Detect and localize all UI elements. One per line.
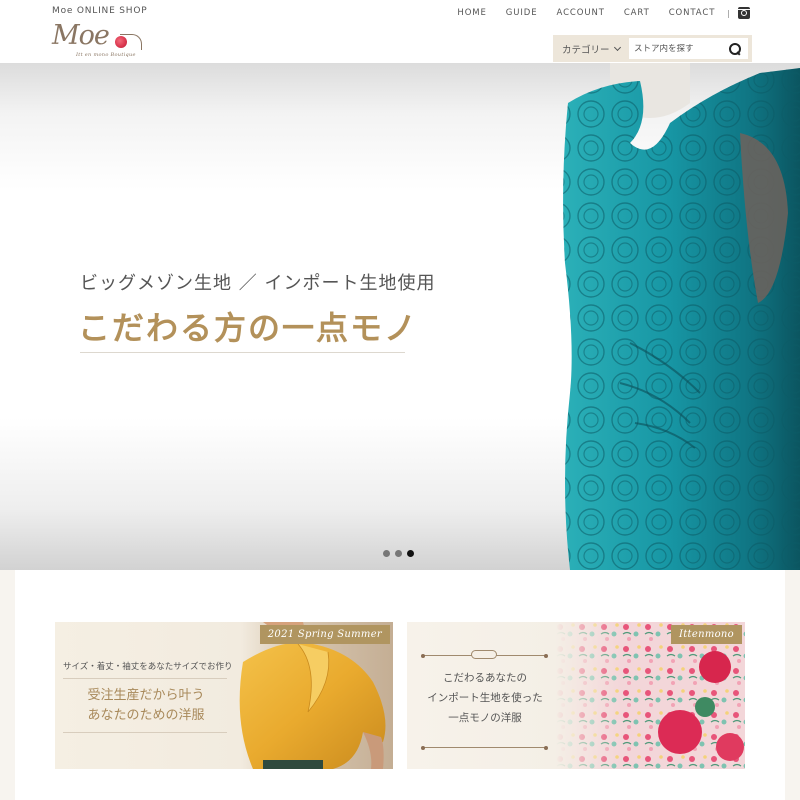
nav-separator: |: [727, 8, 730, 18]
banner-lead-text: サイズ・着丈・袖丈をあなたサイズでお作り: [63, 662, 233, 672]
hero-subtitle: ビッグメゾン生地 ／ インポート生地使用: [80, 273, 436, 294]
top-nav: HOME GUIDE ACCOUNT CART CONTACT |: [438, 7, 750, 19]
vine-ornament: [120, 34, 142, 50]
banner-spring-summer[interactable]: 2021 Spring Summer サイズ・着丈・袖丈をあなたサイズでお作り …: [55, 622, 393, 769]
banner-title-line-1: 受注生産だから叶う: [87, 688, 205, 703]
blouse-image: [239, 622, 386, 769]
banner-ittenmono[interactable]: Ittenmono こだわるあなたの インポート生地を使った 一点モノの洋服: [407, 622, 745, 769]
nav-account[interactable]: ACCOUNT: [557, 8, 605, 18]
search-icon[interactable]: [729, 43, 741, 55]
banner-text: こだわるあなたの インポート生地を使った 一点モノの洋服: [425, 668, 545, 728]
logo-tagline: Itt en mono Boutique: [76, 52, 136, 58]
slider-dot-1[interactable]: [383, 550, 390, 557]
main-content: 2021 Spring Summer サイズ・着丈・袖丈をあなたサイズでお作り …: [15, 570, 785, 800]
slider-dot-2[interactable]: [395, 550, 402, 557]
chevron-down-icon: [613, 43, 621, 51]
hero-slider: ビッグメゾン生地 ／ インポート生地使用 こだわる方の一点モノ: [0, 63, 800, 570]
ornament-divider-bottom: [421, 745, 548, 750]
dress-pattern: [563, 68, 800, 570]
banner-tag: Ittenmono: [670, 625, 742, 644]
category-dropdown[interactable]: カテゴリー: [553, 42, 629, 56]
site-header: Moe ONLINE SHOP Moe Itt en mono Boutique…: [0, 0, 800, 63]
search-field: [629, 38, 748, 59]
banner-text-line-3: 一点モノの洋服: [448, 712, 522, 724]
banner-text-line-2: インポート生地を使った: [427, 692, 543, 704]
nav-home[interactable]: HOME: [457, 8, 486, 18]
banner-text-line-1: こだわるあなたの: [443, 672, 527, 684]
ornament-icon: [471, 650, 497, 659]
nav-cart[interactable]: CART: [624, 8, 650, 18]
hero-title: こだわる方の一点モノ: [78, 309, 419, 347]
logo-link[interactable]: Moe Itt en mono Boutique: [50, 20, 142, 60]
slider-dot-3[interactable]: [407, 550, 414, 557]
banner-tag: 2021 Spring Summer: [259, 625, 390, 644]
instagram-icon[interactable]: [738, 7, 750, 19]
banner-divider-bottom: [63, 732, 227, 733]
search-bar: カテゴリー: [553, 35, 752, 62]
category-label: カテゴリー: [562, 44, 610, 56]
banner-title: 受注生産だから叶う あなたのための洋服: [81, 686, 211, 726]
nav-contact[interactable]: CONTACT: [669, 8, 716, 18]
hero-divider: [80, 352, 405, 353]
floral-fabric-image: [555, 622, 745, 769]
shop-name: Moe ONLINE SHOP: [52, 6, 148, 16]
banner-divider-top: [63, 678, 227, 679]
hero-dress-image: [563, 63, 800, 570]
logo-text: Moe: [52, 20, 110, 51]
nav-guide[interactable]: GUIDE: [506, 8, 538, 18]
slider-dots: [383, 550, 414, 557]
ornament-divider-top: [421, 650, 548, 659]
banner-title-line-2: あなたのための洋服: [87, 708, 205, 723]
search-input[interactable]: [629, 43, 724, 54]
